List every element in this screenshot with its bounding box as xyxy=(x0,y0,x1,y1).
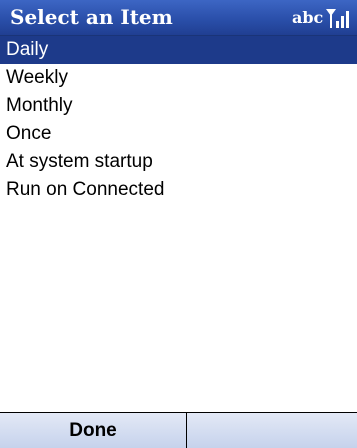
input-mode-indicator: abc xyxy=(292,8,324,27)
list-item-run-on-connected[interactable]: Run on Connected xyxy=(0,176,357,204)
item-list: Daily Weekly Monthly Once At system star… xyxy=(0,36,357,204)
list-item-daily[interactable]: Daily xyxy=(0,36,357,64)
done-softkey[interactable]: Done xyxy=(0,413,187,448)
list-item-at-system-startup[interactable]: At system startup xyxy=(0,148,357,176)
signal-strength-icon xyxy=(326,9,349,28)
softkey-bar: Done xyxy=(0,412,357,448)
title-bar: Select an Item abc xyxy=(0,0,357,36)
list-item-monthly[interactable]: Monthly xyxy=(0,92,357,120)
right-softkey[interactable] xyxy=(187,413,357,448)
page-title: Select an Item xyxy=(10,5,173,29)
select-item-screen: Select an Item abc Daily Weekly Monthly … xyxy=(0,0,357,448)
list-item-once[interactable]: Once xyxy=(0,120,357,148)
list-item-weekly[interactable]: Weekly xyxy=(0,64,357,92)
